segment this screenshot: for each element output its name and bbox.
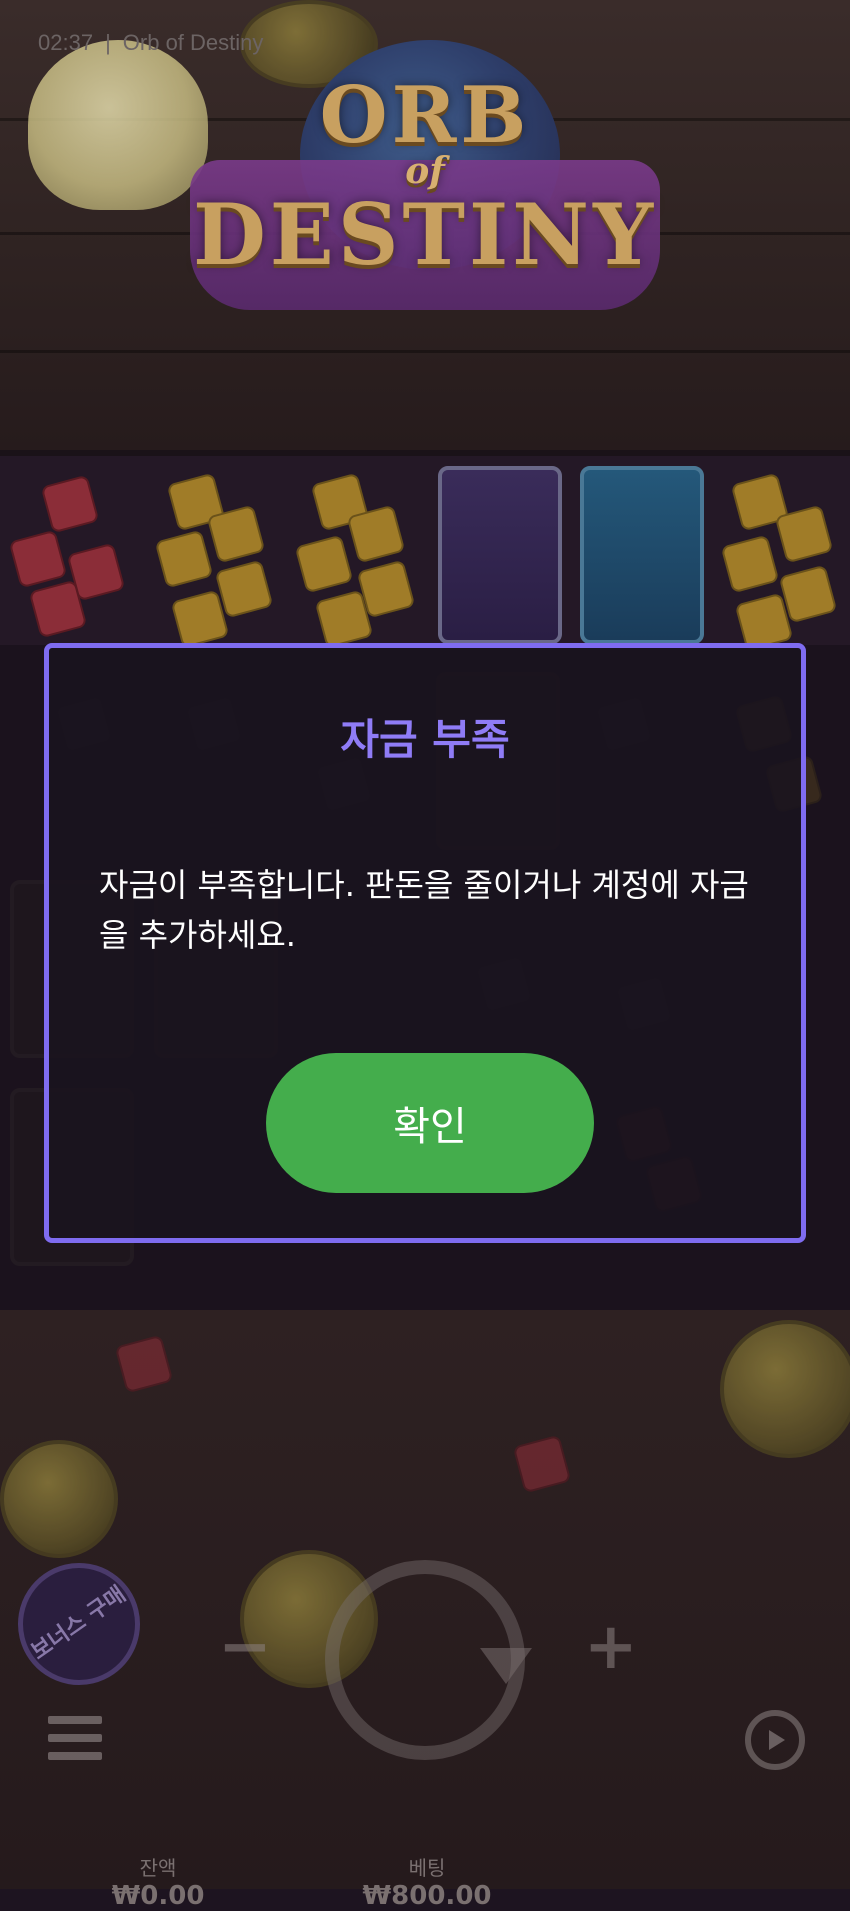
insufficient-funds-dialog: 자금 부족 자금이 부족합니다. 판돈을 줄이거나 계정에 자금을 추가하세요.… — [44, 643, 806, 1243]
increase-bet-button[interactable]: + — [584, 1610, 638, 1684]
confirm-button[interactable]: 확인 — [266, 1053, 594, 1193]
dialog-title: 자금 부족 — [340, 715, 510, 764]
spin-arrow-icon — [480, 1648, 532, 1684]
separator: | — [105, 30, 111, 55]
blue-tarot-card-symbol — [580, 466, 704, 644]
balance-display: 잔액 ₩0.00 — [88, 1852, 228, 1911]
plank-line — [0, 350, 850, 353]
coin-decoration — [720, 1320, 850, 1458]
autoplay-icon[interactable] — [745, 1710, 805, 1770]
balance-value: ₩0.00 — [111, 1881, 205, 1911]
bonus-buy-label: 보너스 구매 — [26, 1582, 131, 1666]
coin-decoration — [0, 1440, 118, 1558]
purple-tarot-card-symbol — [438, 466, 562, 644]
menu-bar — [48, 1752, 102, 1760]
hamburger-menu-icon[interactable] — [48, 1716, 102, 1760]
bet-label: 베팅 — [408, 1856, 446, 1880]
clock-time: 02:37 — [38, 30, 94, 55]
balance-label: 잔액 — [139, 1856, 177, 1880]
bet-value: ₩800.00 — [362, 1881, 492, 1911]
bet-display: 베팅 ₩800.00 — [342, 1852, 512, 1911]
game-name: Orb of Destiny — [122, 30, 264, 55]
menu-bar — [48, 1716, 102, 1724]
status-bar: 02:37 | Orb of Destiny — [38, 30, 263, 56]
dialog-message: 자금이 부족합니다. 판돈을 줄이거나 계정에 자금을 추가하세요. — [99, 866, 749, 954]
reel-frame — [0, 450, 850, 456]
logo-word-destiny: DESTINY — [192, 185, 658, 284]
logo-word-orb: ORB — [319, 70, 531, 161]
menu-bar — [48, 1734, 102, 1742]
decrease-bet-button[interactable]: − — [218, 1610, 272, 1684]
